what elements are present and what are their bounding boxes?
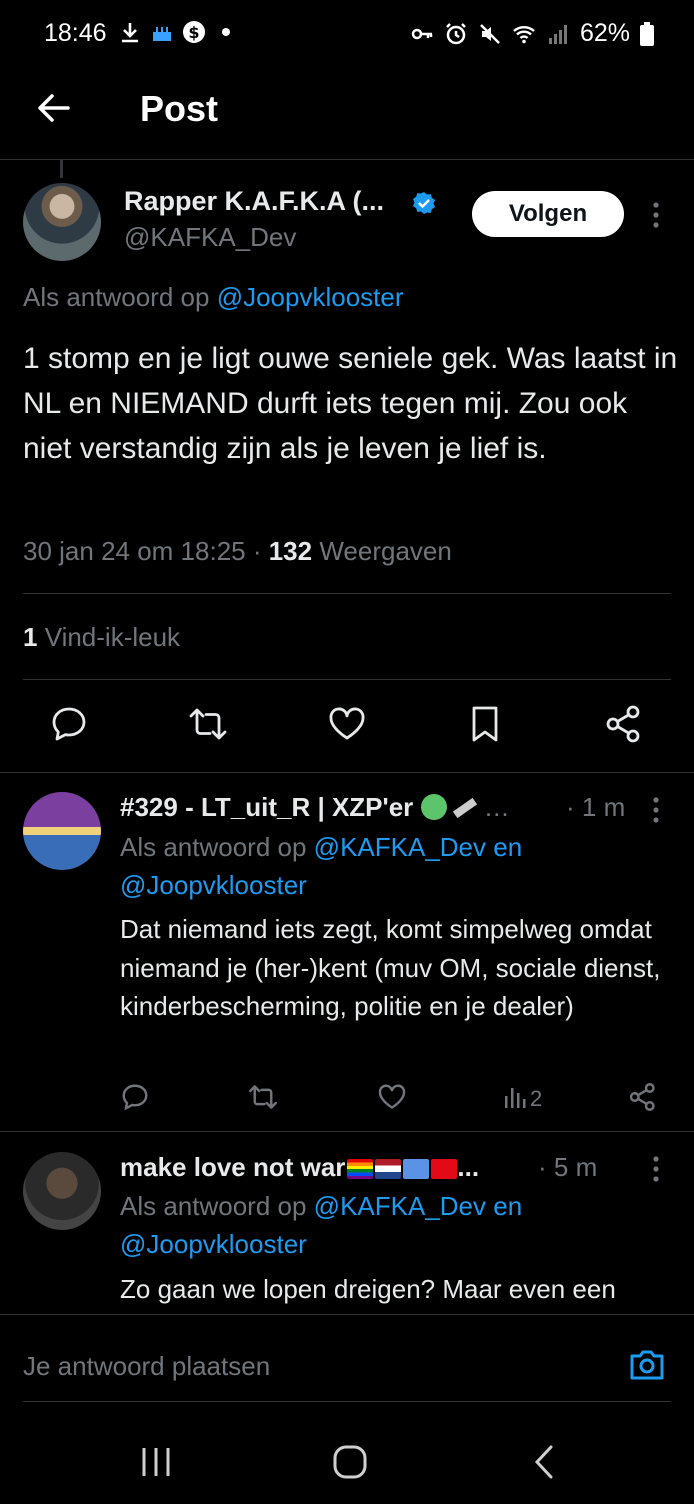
home-icon[interactable] bbox=[330, 1442, 370, 1482]
battery-icon bbox=[640, 21, 654, 46]
reply-mention-link[interactable]: @Joopvklooster bbox=[120, 870, 307, 900]
like-icon[interactable] bbox=[377, 1082, 407, 1112]
reply-name-ellipsis: … bbox=[476, 792, 510, 822]
reply-context: Als antwoord op @KAFKA_Dev en @Joopvkloos… bbox=[120, 1187, 680, 1263]
reply-name-ellipsis: ... bbox=[457, 1152, 480, 1182]
svg-text:$: $ bbox=[188, 23, 199, 42]
likes-count: 1 bbox=[23, 622, 38, 652]
reply-author-name[interactable]: #329 - LT_uit_R | XZP'er … bbox=[120, 792, 510, 823]
reply-author-name-text: #329 - LT_uit_R | XZP'er bbox=[120, 792, 414, 822]
views-count: 132 bbox=[268, 536, 313, 566]
reply-icon[interactable] bbox=[49, 704, 89, 744]
mute-icon bbox=[480, 23, 500, 44]
more-options-icon[interactable] bbox=[646, 1154, 666, 1184]
reply-author-name[interactable]: make love not war... bbox=[120, 1152, 479, 1183]
views-label: Weergaven bbox=[312, 536, 452, 566]
repost-icon[interactable] bbox=[248, 1082, 278, 1112]
follow-button[interactable]: Volgen bbox=[472, 191, 624, 237]
views-icon[interactable] bbox=[502, 1082, 532, 1112]
status-bar: 18:46 $ 62% bbox=[0, 0, 694, 68]
cake-icon bbox=[153, 27, 171, 41]
post-actions bbox=[0, 704, 694, 750]
share-icon[interactable] bbox=[628, 1082, 658, 1112]
un-flag-icon bbox=[403, 1159, 430, 1180]
telescope-emoji-icon bbox=[452, 797, 477, 819]
download-icon bbox=[122, 23, 138, 43]
reply-prefix: Als antwoord op bbox=[120, 832, 314, 862]
share-icon[interactable] bbox=[604, 704, 644, 744]
camera-icon[interactable] bbox=[628, 1346, 666, 1384]
reply-mention-link[interactable]: @KAFKA_Dev en bbox=[314, 832, 522, 862]
dollar-icon: $ bbox=[183, 21, 205, 43]
reply-prefix: Als antwoord op bbox=[120, 1191, 314, 1221]
post-meta: 30 jan 24 om 18:25 · 132 Weergaven bbox=[23, 536, 452, 567]
key-icon bbox=[411, 28, 433, 39]
section-divider bbox=[0, 1131, 694, 1132]
back-icon[interactable] bbox=[525, 1442, 565, 1482]
composer-divider bbox=[23, 1401, 671, 1402]
alien-emoji-icon bbox=[420, 794, 447, 820]
reply-mention-link[interactable]: @Joopvklooster bbox=[217, 282, 404, 312]
wifi-icon bbox=[513, 25, 535, 43]
dot-icon bbox=[222, 28, 230, 36]
post-date: 30 jan 24 om 18:25 · bbox=[23, 536, 269, 566]
reply-author-name-text: make love not war bbox=[120, 1152, 346, 1182]
reply-text: Zo gaan we lopen dreigen? Maar even een bbox=[120, 1274, 616, 1304]
likes-label: Vind-ik-leuk bbox=[37, 622, 181, 652]
page-title: Post bbox=[140, 88, 219, 129]
status-right: 62% bbox=[410, 19, 654, 48]
more-options-icon[interactable] bbox=[646, 795, 666, 825]
battery-percent: 62% bbox=[579, 19, 630, 47]
back-arrow-icon[interactable] bbox=[34, 88, 74, 128]
verified-badge-icon bbox=[413, 192, 435, 214]
reply-context: Als antwoord op @Joopvklooster bbox=[23, 282, 404, 313]
reply-time: · 1 m bbox=[566, 792, 626, 822]
status-left-icons: $ bbox=[118, 20, 238, 44]
alarm-icon bbox=[446, 22, 466, 44]
signal-icon bbox=[548, 24, 567, 44]
repost-icon[interactable] bbox=[188, 704, 228, 744]
more-options-icon[interactable] bbox=[646, 200, 666, 230]
divider bbox=[23, 593, 671, 594]
reply-avatar[interactable] bbox=[23, 1152, 101, 1230]
top-bar: Post bbox=[0, 68, 694, 160]
thread-line bbox=[60, 160, 63, 178]
post-text: 1 stomp en je ligt ouwe seniele gek. Was… bbox=[23, 342, 678, 465]
reply-text: Dat niemand iets zegt, komt simpelweg om… bbox=[120, 914, 661, 1021]
reply-input[interactable]: Je antwoord plaatsen bbox=[23, 1351, 270, 1382]
author-avatar[interactable] bbox=[23, 183, 101, 261]
reply-mention-link[interactable]: @KAFKA_Dev en bbox=[314, 1191, 522, 1221]
system-nav-bar bbox=[0, 1414, 694, 1504]
reply-mention-link[interactable]: @Joopvklooster bbox=[120, 1229, 307, 1259]
likes-summary[interactable]: 1 Vind-ik-leuk bbox=[23, 622, 180, 653]
reply-composer: Je antwoord plaatsen bbox=[0, 1314, 694, 1414]
divider bbox=[23, 679, 671, 680]
section-divider bbox=[0, 772, 694, 773]
reply-context: Als antwoord op @KAFKA_Dev en @Joopvkloos… bbox=[120, 828, 680, 904]
reply-prefix: Als antwoord op bbox=[23, 282, 210, 312]
recents-icon[interactable] bbox=[136, 1442, 176, 1482]
rainbow-flag-icon bbox=[347, 1159, 374, 1180]
reply-avatar[interactable] bbox=[23, 792, 101, 870]
status-time: 18:46 bbox=[44, 19, 107, 47]
reply-icon[interactable] bbox=[120, 1082, 150, 1112]
author-name[interactable]: Rapper K.A.F.K.A (... bbox=[124, 186, 384, 217]
netherlands-flag-icon bbox=[375, 1159, 402, 1180]
like-icon[interactable] bbox=[327, 704, 367, 744]
reply-time: · 5 m bbox=[538, 1152, 598, 1182]
bookmark-icon[interactable] bbox=[465, 704, 505, 744]
turkey-flag-icon bbox=[431, 1159, 458, 1180]
views-count: 2 bbox=[530, 1086, 543, 1111]
author-handle[interactable]: @KAFKA_Dev bbox=[124, 222, 296, 253]
reply-actions: 2 bbox=[0, 1082, 694, 1118]
